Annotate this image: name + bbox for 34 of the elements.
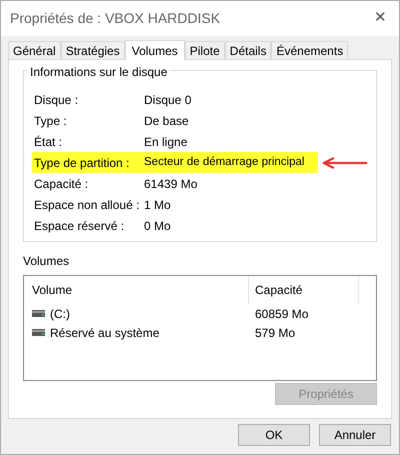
section-title: Volumes <box>23 253 70 270</box>
tab[interactable]: Stratégies <box>60 41 125 59</box>
dialog-button[interactable]: OK <box>238 424 310 446</box>
field-label: Type de partition : <box>32 152 144 173</box>
drive-size: 579 Mo <box>254 324 296 342</box>
field-value: En ligne <box>144 134 188 150</box>
field-value: 61439 Mo <box>144 176 198 192</box>
drive-label[interactable]: Réservé au système <box>50 324 160 342</box>
tab[interactable]: Détails <box>224 41 272 59</box>
field-label: Type : <box>33 112 68 130</box>
tab[interactable]: Général <box>8 41 61 59</box>
field-label: Espace réservé : <box>33 218 126 234</box>
field-value: De base <box>144 112 190 130</box>
field-value: Secteur de démarrage principal <box>144 152 318 173</box>
dialog-button[interactable]: Annuler <box>319 424 391 446</box>
field-label: Disque : <box>33 92 80 108</box>
field-label: Espace non alloué : <box>33 196 140 214</box>
field-value: 1 Mo <box>144 196 172 214</box>
drive-icon <box>32 329 45 336</box>
window-title: Propriétés de : VBOX HARDDISK <box>10 9 220 28</box>
tab[interactable]: Événements <box>271 41 348 59</box>
column-header[interactable]: Volume <box>24 276 249 304</box>
drive-size: 60859 Mo <box>254 306 308 322</box>
column-header[interactable]: Capacité <box>249 276 359 304</box>
tab[interactable]: Pilote <box>184 41 225 59</box>
field-value: Disque 0 <box>144 92 192 108</box>
arrow-icon <box>322 156 368 168</box>
field-label: Capacité : <box>33 176 90 192</box>
field-label: État : <box>33 134 64 150</box>
drive-icon <box>32 310 45 317</box>
drive-label[interactable]: (C:) <box>50 304 70 322</box>
tab[interactable]: Volumes <box>124 40 185 60</box>
field-value: 0 Mo <box>144 218 172 234</box>
close-button[interactable]: ✕ <box>374 7 387 30</box>
